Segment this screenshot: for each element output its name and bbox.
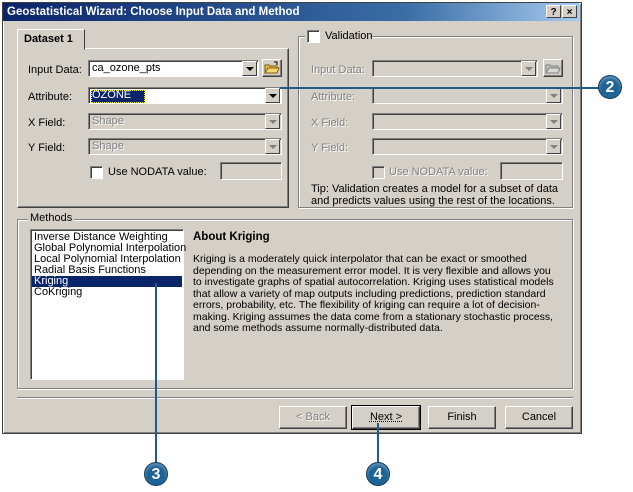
- validation-x-dropdown-icon[interactable]: [546, 114, 561, 129]
- x-field-combo[interactable]: Shape: [88, 113, 282, 130]
- tab-dataset-1-label: Dataset 1: [24, 33, 73, 45]
- validation-input-data-combo[interactable]: [372, 60, 538, 77]
- validation-input-data-label: Input Data:: [311, 64, 365, 76]
- callout-4-badge: 4: [366, 462, 390, 486]
- validation-checkbox-box[interactable]: [307, 30, 320, 43]
- title-bar[interactable]: Geostatistical Wizard: Choose Input Data…: [3, 3, 579, 21]
- validation-nodata-checkbox[interactable]: [372, 166, 385, 179]
- nodata-label: Use NODATA value:: [108, 166, 207, 178]
- y-field-combo[interactable]: Shape: [88, 138, 282, 155]
- button-separator: [17, 397, 573, 399]
- back-button[interactable]: < Back: [279, 406, 347, 429]
- window-title: Geostatistical Wizard: Choose Input Data…: [7, 6, 300, 18]
- validation-x-field-label: X Field:: [311, 117, 349, 129]
- open-folder-button[interactable]: [262, 59, 282, 77]
- validation-attribute-label: Attribute:: [311, 91, 356, 103]
- y-field-value: Shape: [92, 140, 124, 152]
- y-field-dropdown-icon[interactable]: [265, 139, 280, 154]
- tab-dataset-1[interactable]: Dataset 1: [17, 29, 85, 50]
- finish-button[interactable]: Finish: [428, 406, 496, 429]
- callout-4-leader: [377, 423, 379, 465]
- about-text: Kriging is a moderately quick interpolat…: [193, 253, 554, 334]
- validation-x-field-combo[interactable]: [372, 113, 563, 130]
- validation-input-dropdown-icon[interactable]: [521, 61, 536, 76]
- x-field-value: Shape: [92, 115, 124, 127]
- open-folder-icon: [264, 61, 280, 74]
- callout-3-leader: [155, 283, 157, 463]
- x-field-dropdown-icon[interactable]: [265, 114, 280, 129]
- attribute-dropdown-icon[interactable]: [265, 88, 280, 103]
- validation-tip: Tip: Validation creates a model for a su…: [311, 183, 559, 207]
- methods-label: Methods: [28, 212, 75, 224]
- validation-attribute-combo[interactable]: [372, 87, 563, 104]
- callout-2-badge: 2: [598, 75, 622, 99]
- close-button[interactable]: ×: [562, 5, 577, 18]
- attribute-combo[interactable]: OZONE: [88, 87, 282, 104]
- validation-open-folder-button[interactable]: [543, 59, 563, 77]
- nodata-value-field[interactable]: [220, 162, 282, 180]
- validation-nodata-label: Use NODATA value:: [389, 166, 488, 178]
- method-cokriging[interactable]: CoKriging: [32, 287, 182, 298]
- methods-list[interactable]: Inverse Distance Weighting Global Polyno…: [30, 229, 186, 380]
- nodata-checkbox[interactable]: [90, 166, 103, 179]
- validation-nodata-field[interactable]: [500, 162, 563, 180]
- input-data-value: ca_ozone_pts: [92, 62, 161, 74]
- validation-folder-icon: [545, 64, 561, 74]
- y-field-label: Y Field:: [28, 142, 66, 154]
- input-data-combo[interactable]: ca_ozone_pts: [88, 60, 259, 77]
- cancel-button[interactable]: Cancel: [505, 406, 573, 429]
- input-data-dropdown-icon[interactable]: [242, 61, 257, 76]
- callout-3-badge: 3: [144, 462, 168, 486]
- attribute-label: Attribute:: [28, 91, 73, 103]
- validation-attribute-dropdown-icon[interactable]: [546, 88, 561, 103]
- about-title: About Kriging: [193, 231, 270, 243]
- validation-y-field-combo[interactable]: [372, 138, 563, 155]
- callout-2-leader: [280, 87, 600, 89]
- help-button[interactable]: ?: [546, 5, 561, 18]
- next-button[interactable]: Next >: [351, 405, 421, 430]
- validation-y-field-label: Y Field:: [311, 142, 349, 154]
- validation-y-dropdown-icon[interactable]: [546, 139, 561, 154]
- attribute-value: OZONE: [92, 89, 132, 101]
- x-field-label: X Field:: [28, 117, 66, 129]
- input-data-label: Input Data:: [28, 64, 82, 76]
- validation-title: Validation: [325, 30, 373, 42]
- next-button-label: Next >: [369, 411, 403, 423]
